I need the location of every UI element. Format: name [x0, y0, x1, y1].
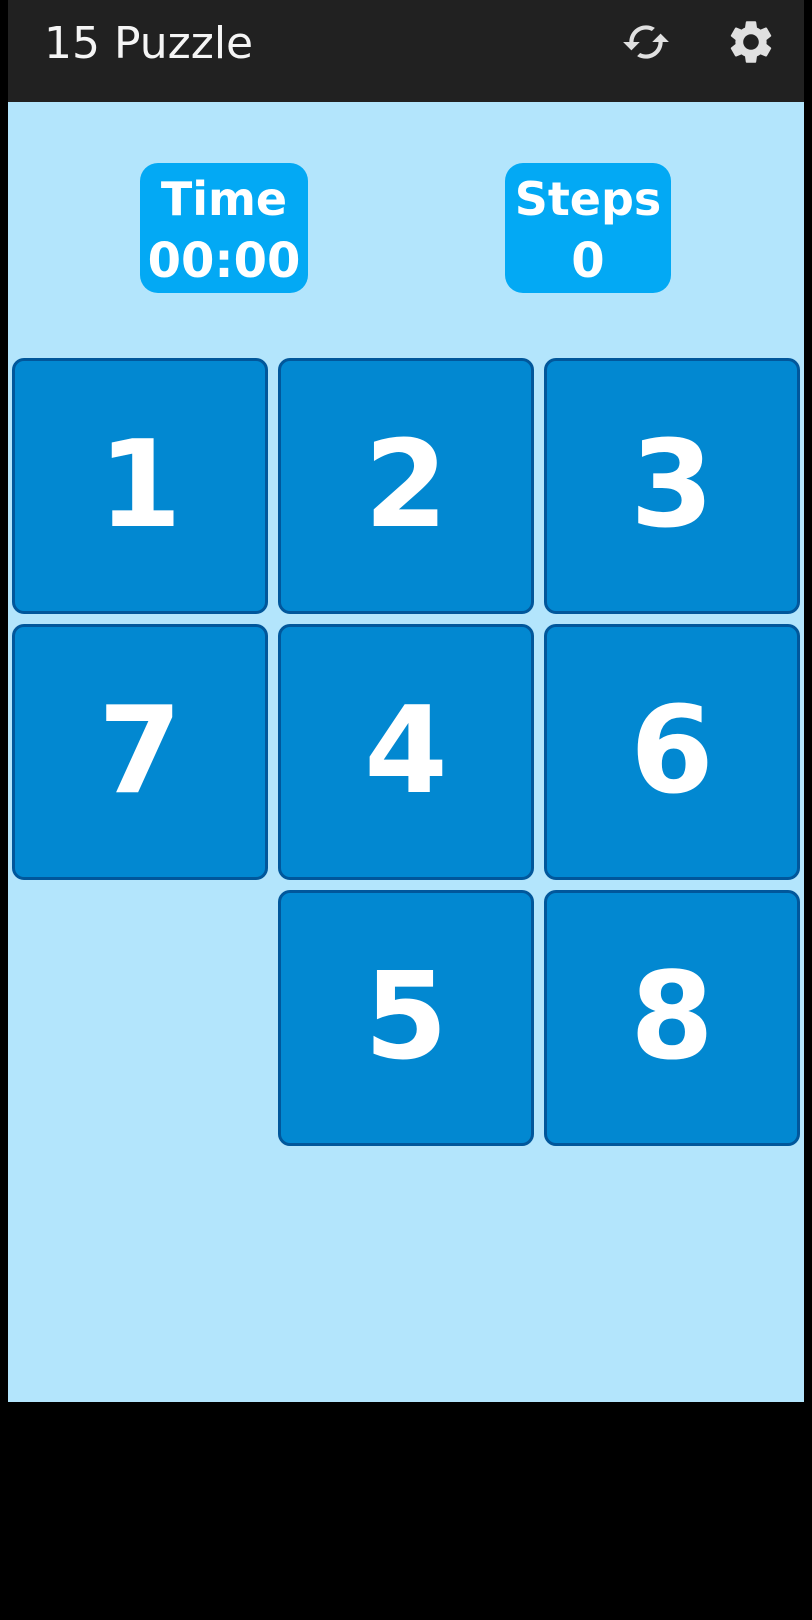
puzzle-tile[interactable]: 7: [12, 624, 268, 880]
steps-label: Steps: [514, 172, 662, 226]
time-value: 00:00: [147, 233, 301, 289]
app-frame: 15 Puzzle Time 00:00 Steps 0 1 2 3 7 4 6…: [8, 0, 804, 1402]
puzzle-tile[interactable]: 3: [544, 358, 800, 614]
tile-number: 2: [364, 416, 448, 555]
steps-value: 0: [571, 233, 605, 289]
steps-counter: Steps 0: [505, 163, 671, 293]
tile-number: 3: [630, 416, 714, 555]
puzzle-tile[interactable]: 1: [12, 358, 268, 614]
refresh-icon: [623, 25, 669, 59]
tile-number: 1: [98, 416, 182, 555]
app-title: 15 Puzzle: [44, 18, 254, 69]
phone-screen: 15 Puzzle Time 00:00 Steps 0 1 2 3 7 4 6…: [0, 0, 812, 1620]
puzzle-tile[interactable]: 8: [544, 890, 800, 1146]
empty-slot: [12, 890, 268, 1146]
app-bar: 15 Puzzle: [8, 0, 804, 102]
puzzle-board: 1 2 3 7 4 6 5 8: [8, 358, 804, 1148]
gear-icon: [730, 21, 772, 63]
tile-number: 4: [364, 682, 448, 821]
puzzle-tile[interactable]: 2: [278, 358, 534, 614]
time-counter: Time 00:00: [140, 163, 308, 293]
refresh-button[interactable]: [614, 10, 678, 74]
tile-number: 5: [364, 948, 448, 1087]
tile-number: 6: [630, 682, 714, 821]
puzzle-tile[interactable]: 5: [278, 890, 534, 1146]
puzzle-tile[interactable]: 4: [278, 624, 534, 880]
tile-number: 7: [98, 682, 182, 821]
tile-number: 8: [630, 948, 714, 1087]
settings-button[interactable]: [719, 10, 783, 74]
time-label: Time: [160, 172, 288, 226]
puzzle-tile[interactable]: 6: [544, 624, 800, 880]
